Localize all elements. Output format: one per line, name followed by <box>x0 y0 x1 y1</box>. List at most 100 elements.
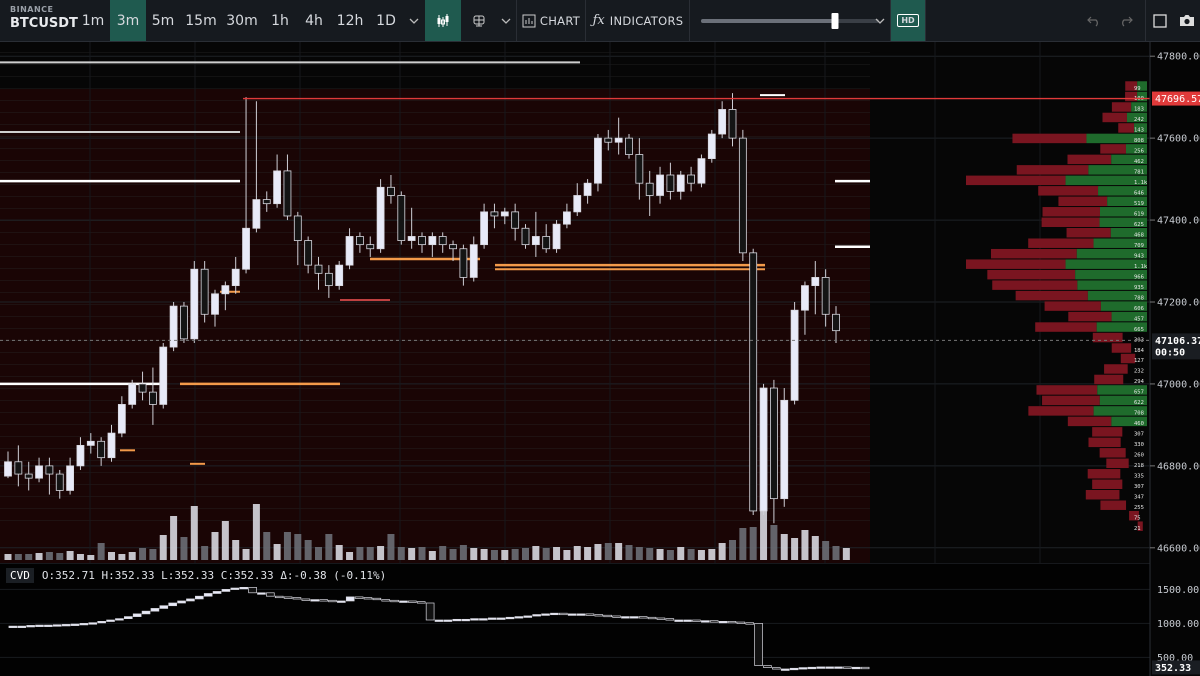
chevron-down-icon[interactable] <box>497 0 515 41</box>
cvd-bar <box>745 622 755 625</box>
symbol-selector[interactable]: BINANCE BTCUSDT <box>10 6 78 31</box>
heatmap-row <box>0 52 870 53</box>
orderbook-level-label: 943 <box>1134 253 1144 259</box>
ask-volume-bar <box>1067 154 1112 165</box>
chevron-down-icon[interactable] <box>404 0 424 41</box>
candle-body <box>293 215 302 241</box>
volume-bar <box>718 543 726 560</box>
price-chart[interactable]: 99 100 183 242 143 808 256 462 781 1.1k 646 519 619 6… <box>0 42 1200 563</box>
fullscreen-icon[interactable] <box>1150 0 1170 41</box>
volume-bar <box>35 553 43 560</box>
cvd-bar <box>203 593 213 597</box>
zoom-slider-group <box>694 0 890 41</box>
ask-volume-bar <box>1102 112 1127 123</box>
candle-body <box>801 285 809 311</box>
timeframe-1m[interactable]: 1m <box>76 0 110 41</box>
ask-volume-bar <box>1106 458 1129 469</box>
volume-bar <box>522 548 529 560</box>
axis-tick-label: 46800.00 <box>1157 461 1200 472</box>
camera-icon[interactable] <box>1176 0 1198 41</box>
cvd-bar <box>35 624 44 627</box>
orderbook-level-label: 606 <box>1134 306 1144 312</box>
ask-volume-bar <box>1044 301 1101 311</box>
chevron-down-icon[interactable] <box>872 0 888 41</box>
candle-body <box>304 240 313 266</box>
redo-icon[interactable] <box>1114 0 1138 41</box>
ask-volume-bar <box>1104 364 1128 374</box>
orderbook-level-label: 646 <box>1134 191 1144 197</box>
timeframe-1d[interactable]: 1D <box>370 0 402 41</box>
slider-handle[interactable] <box>831 12 839 29</box>
candle-body <box>459 248 468 278</box>
cvd-bar <box>372 597 382 601</box>
hd-toggle[interactable]: HD <box>891 0 925 41</box>
volume-bar <box>584 547 592 560</box>
volume-bar <box>366 547 374 560</box>
candle-body <box>635 154 644 184</box>
cvd-bar <box>70 623 80 626</box>
volume-bar <box>87 555 95 560</box>
timeframe-15m[interactable]: 15m <box>182 0 220 41</box>
heatmap-row <box>0 520 870 521</box>
candle-body <box>107 432 116 459</box>
indicators-button[interactable]: ƒx INDICATORS <box>590 0 686 41</box>
ask-volume-bar <box>1100 144 1126 154</box>
ask-volume-bar <box>1067 416 1112 427</box>
chart-icon <box>522 14 536 28</box>
volume-bar <box>377 546 385 560</box>
candle-body <box>697 158 706 184</box>
candle-body <box>200 268 209 315</box>
candle-body <box>148 391 157 405</box>
heatmap-row <box>0 496 870 497</box>
axis-tick-label: 47600.00 <box>1157 134 1200 145</box>
timeframe-3m[interactable]: 3m <box>110 0 146 41</box>
timeframe-1h[interactable]: 1h <box>264 0 296 41</box>
cvd-bar <box>150 608 160 612</box>
cvd-bar <box>727 621 737 624</box>
volume-bar <box>480 549 488 560</box>
cvd-bar <box>292 597 302 600</box>
cvd-legend: CVD O:352.71 H:352.33 L:352.33 C:352.33 … <box>6 566 386 584</box>
axis-tick-label: 47400.00 <box>1157 216 1200 227</box>
cvd-bar <box>221 589 231 592</box>
heatmap-row <box>0 316 870 317</box>
candle-body <box>604 137 613 143</box>
volume-bar <box>201 546 209 560</box>
cvd-bar <box>310 599 320 602</box>
ask-volume-bar <box>1012 133 1087 144</box>
heatmap-row <box>0 328 870 329</box>
cvd-bar <box>106 619 115 622</box>
timeframe-30m[interactable]: 30m <box>222 0 262 41</box>
ask-volume-bar <box>1085 489 1120 500</box>
cvd-last-marker: 352.33 <box>1152 660 1200 675</box>
candles-icon[interactable] <box>425 0 461 41</box>
volume-bar <box>511 549 519 560</box>
candle-body <box>583 182 592 196</box>
axis-tick-label: 1500.00 <box>1157 585 1199 596</box>
volume-bar <box>656 549 664 560</box>
candle-body <box>180 305 188 340</box>
heatmap-row <box>0 64 870 65</box>
orderbook-level-label: 457 <box>1134 316 1144 322</box>
undo-icon[interactable] <box>1082 0 1106 41</box>
heatmap-row <box>0 100 870 101</box>
candle-body <box>55 473 64 491</box>
heatmap-row <box>0 484 870 485</box>
candle-body <box>490 211 499 217</box>
orderbook-level-label: 255 <box>1134 505 1144 511</box>
cvd-bar <box>212 591 222 594</box>
orderbook-level-label: 335 <box>1134 474 1144 480</box>
timeframe-4h[interactable]: 4h <box>298 0 330 41</box>
timeframe-5m[interactable]: 5m <box>146 0 180 41</box>
timeframe-12h[interactable]: 12h <box>332 0 368 41</box>
cvd-bar <box>141 610 151 615</box>
ask-volume-bar <box>1042 207 1100 217</box>
volume-bar <box>211 532 219 560</box>
heatmap-row <box>0 88 870 89</box>
cvd-tag[interactable]: CVD <box>6 567 34 583</box>
candle-body <box>511 211 520 229</box>
layout-icon[interactable] <box>462 0 496 41</box>
chart-button[interactable]: CHART <box>520 0 582 41</box>
cvd-bar <box>567 613 577 616</box>
volume-bar <box>770 525 778 560</box>
